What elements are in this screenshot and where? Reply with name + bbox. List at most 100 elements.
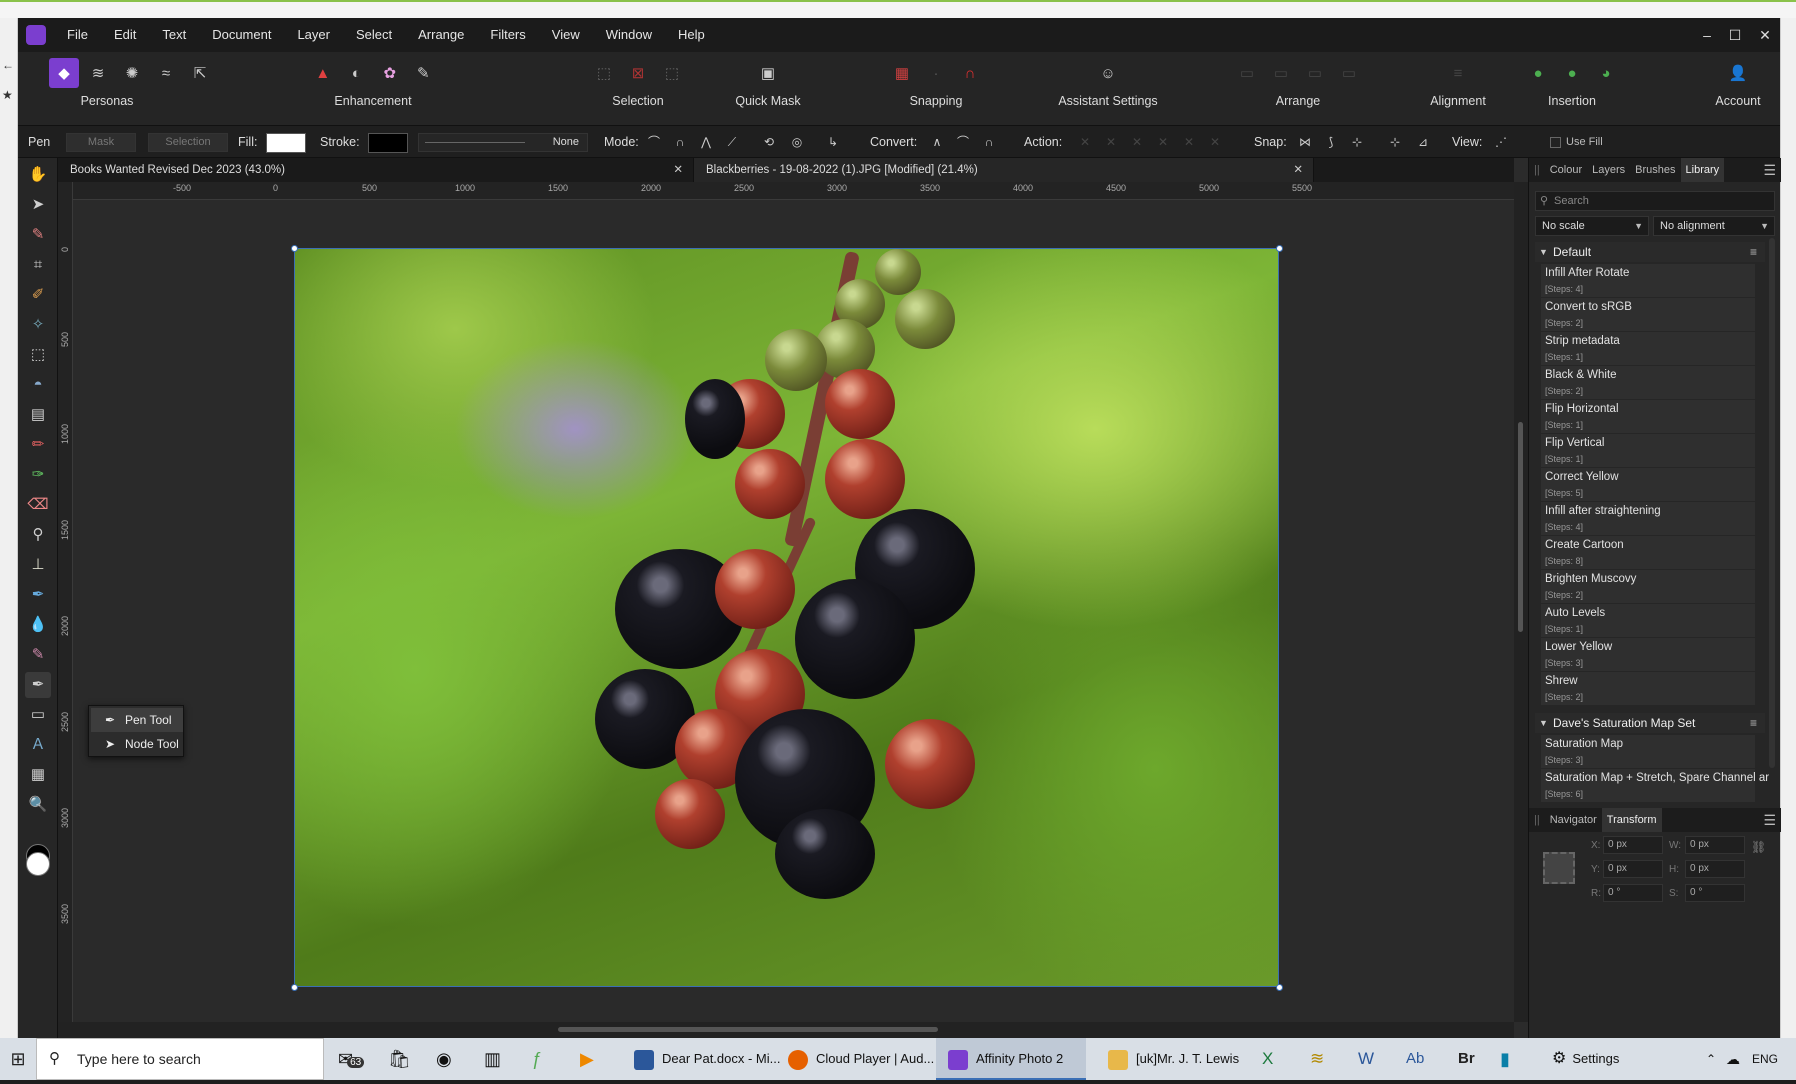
scroll-thumb[interactable] [1518,422,1523,632]
macro-group-default[interactable]: ▼ Default ≡ [1535,242,1765,262]
macro-group-saturation[interactable]: ▼ Dave's Saturation Map Set ≡ [1535,713,1765,733]
alignment-dropdown[interactable]: No alignment ▼ [1653,216,1775,236]
insert-top-icon[interactable]: ● [1557,58,1587,88]
macro-item[interactable]: Infill After Rotate [Steps: 4] [1541,264,1755,298]
panel-grip-icon[interactable]: || [1529,808,1545,832]
tab-brushes[interactable]: Brushes [1630,158,1680,182]
macro-item[interactable]: Saturation Map [Steps: 3] [1541,735,1755,769]
dodge-tool-icon[interactable]: ⚲ [25,522,51,548]
app-circle-icon[interactable]: ◉ [436,1038,452,1080]
menu-select[interactable]: Select [343,18,405,52]
action-break-icon[interactable]: ✕ [1074,132,1096,152]
quick-mask-icon[interactable]: ▣ [753,58,783,88]
group-menu-icon[interactable]: ≡ [1750,713,1757,733]
macro-item[interactable]: Convert to sRGB [Steps: 2] [1541,298,1755,332]
use-fill-checkbox[interactable] [1550,137,1561,148]
liquify-persona-icon[interactable]: ≋ [83,58,113,88]
smart-mode-icon[interactable]: ∩ [669,132,691,152]
selection-handle[interactable] [291,984,298,991]
tab-books-wanted[interactable]: Books Wanted Revised Dec 2023 (43.0%) ✕ [58,158,694,182]
s-field[interactable]: 0 ° [1685,884,1745,902]
menu-window[interactable]: Window [593,18,665,52]
macro-item[interactable]: Flip Vertical [Steps: 1] [1541,434,1755,468]
rubber-band-icon[interactable]: ◎ [786,132,808,152]
menu-document[interactable]: Document [199,18,284,52]
action-join-icon[interactable]: ✕ [1152,132,1174,152]
mask-button[interactable]: Mask [66,133,136,152]
language-indicator[interactable]: ENG [1752,1038,1778,1080]
menu-layer[interactable]: Layer [284,18,343,52]
link-icon[interactable]: ⛓ [1751,840,1766,854]
h-field[interactable]: 0 px [1685,860,1745,878]
tray-chevron-icon[interactable]: ⌃ [1706,1038,1716,1080]
convert-sharp-icon[interactable]: ∧ [926,132,948,152]
panel-menu-icon[interactable]: ☰ [1758,158,1781,182]
pen-tool-icon[interactable]: ✒ [25,672,51,698]
snapping-blank-icon[interactable]: · [921,58,951,88]
deselect-icon[interactable]: ⊠ [623,58,653,88]
stack-icon[interactable]: ≋ [1310,1038,1324,1080]
primary-colour-swatch[interactable] [26,852,50,876]
flood-fill-icon[interactable]: ◓ [25,372,51,398]
auto-colour-icon[interactable]: ✿ [375,58,405,88]
x-field[interactable]: 0 px [1603,836,1663,854]
snap-lines-icon[interactable]: ⊹ [1346,132,1368,152]
colour-picker-icon[interactable]: ✎ [25,222,51,248]
word-app-icon[interactable]: W [1358,1038,1374,1080]
canvas[interactable] [73,200,1514,1022]
menu-arrange[interactable]: Arrange [405,18,477,52]
convert-smart-icon[interactable]: ∩ [978,132,1000,152]
action-smooth-icon[interactable]: ✕ [1126,132,1148,152]
colour-replacement-icon[interactable]: ✑ [25,462,51,488]
insert-inside-icon[interactable]: ◕ [1591,58,1621,88]
move-tool-icon[interactable]: ➤ [25,192,51,218]
macro-item[interactable]: Black & White [Steps: 2] [1541,366,1755,400]
gradient-tool-icon[interactable]: ▤ [25,402,51,428]
group-menu-icon[interactable]: ≡ [1750,242,1757,262]
selection-brush-icon[interactable]: ✐ [25,282,51,308]
text-tool-icon[interactable]: Ａ [25,732,51,758]
snap-curves-icon[interactable]: ⟆ [1320,132,1342,152]
panel-grip-icon[interactable]: || [1529,158,1545,182]
tab-navigator[interactable]: Navigator [1545,808,1602,832]
macro-item[interactable]: Create Cartoon [Steps: 8] [1541,536,1755,570]
assistant-icon[interactable]: ☺ [1093,58,1123,88]
fill-swatch[interactable] [266,133,306,153]
selection-handle[interactable] [291,245,298,252]
erase-brush-icon[interactable]: ⌫ [25,492,51,518]
bridge-icon[interactable]: Br [1458,1038,1475,1080]
arrange-front-icon[interactable]: ▭ [1334,58,1364,88]
pen-mode-icon[interactable]: ⌒ [643,132,665,152]
selection-handle[interactable] [1276,984,1283,991]
macro-item[interactable]: Saturation Map + Stretch, Spare Channel … [1541,769,1769,803]
pen-tool-item[interactable]: ✒ Pen Tool [91,708,183,732]
library-search-input[interactable]: ⚲ Search [1535,191,1775,211]
stroke-swatch[interactable] [368,133,408,153]
tab-blackberries[interactable]: Blackberries - 19-08-2022 (1).JPG [Modif… [694,158,1314,182]
macro-item[interactable]: Shrew [Steps: 2] [1541,672,1755,706]
tab-layers[interactable]: Layers [1587,158,1630,182]
app-blue-icon[interactable]: ▮ [1500,1038,1510,1080]
taskbar-item-settings[interactable]: ⚙ Settings [1548,1038,1619,1080]
retouch-tool-icon[interactable]: ✒ [25,582,51,608]
store-icon[interactable]: 🛍 [388,1038,411,1080]
taskbar-item-firefox[interactable]: Cloud Player | Aud... [780,1038,934,1080]
menu-edit[interactable]: Edit [101,18,149,52]
transform-mode-icon[interactable]: ⟲ [758,132,780,152]
auto-contrast-icon[interactable]: ◐ [342,58,372,88]
close-window-icon[interactable]: ✕ [1750,18,1780,52]
menu-view[interactable]: View [539,18,593,52]
hand-tool-icon[interactable]: ✋ [25,162,51,188]
anchor-selector-icon[interactable] [1543,852,1575,884]
auto-white-balance-icon[interactable]: ✎ [409,58,439,88]
scroll-thumb[interactable] [558,1027,938,1032]
excel-icon[interactable]: X [1262,1038,1273,1080]
mail-icon[interactable]: ✉63 [338,1038,365,1080]
polygon-mode-icon[interactable]: ⋀ [695,132,717,152]
snapping-grid-icon[interactable]: ▦ [887,58,917,88]
tab-transform[interactable]: Transform [1601,808,1662,832]
flood-select-icon[interactable]: ✧ [25,312,51,338]
node-tool-item[interactable]: ➤ Node Tool [91,732,183,756]
smudge-tool-icon[interactable]: ✎ [25,642,51,668]
stroke-style-dropdown[interactable]: None [418,133,588,152]
